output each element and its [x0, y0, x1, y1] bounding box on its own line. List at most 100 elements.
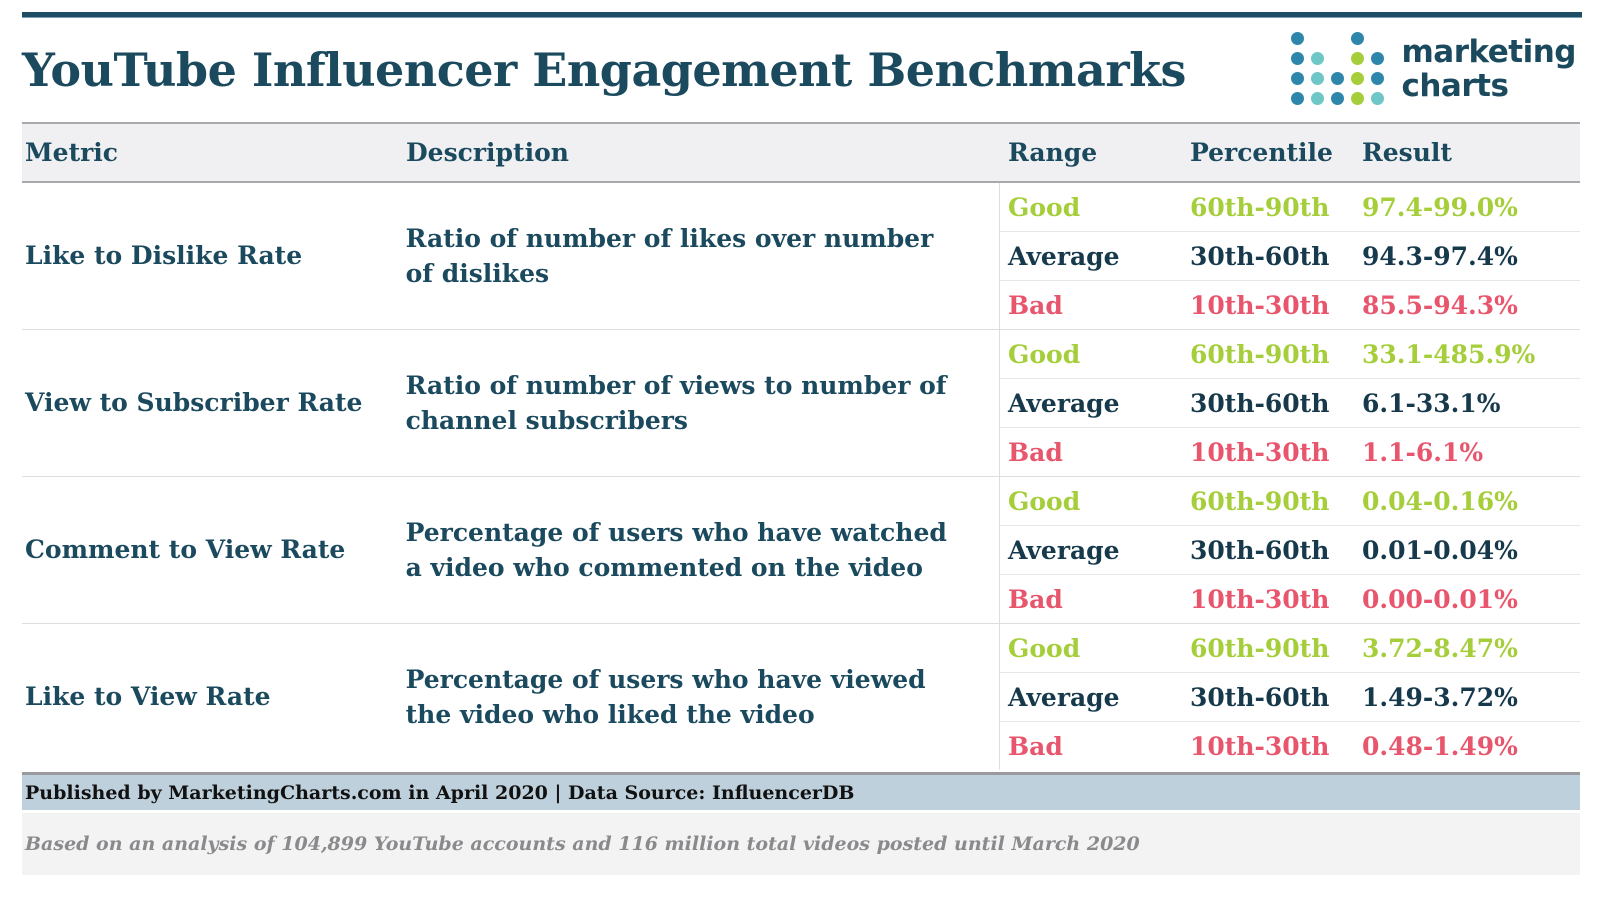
logo-dot: [1351, 91, 1365, 105]
infographic-page: YouTube Influencer Engagement Benchmarks…: [0, 0, 1600, 908]
table-body: Like to Dislike Rate Ratio of number of l…: [22, 183, 1580, 770]
result-cell: 85.5-94.3%: [1362, 290, 1518, 320]
metric-name-text: Like to View Rate: [25, 682, 271, 712]
table-row: Good 60th-90th 97.4-99.0%: [1000, 183, 1580, 232]
percentile-cell: 60th-90th: [1190, 192, 1330, 222]
header: YouTube Influencer Engagement Benchmarks…: [0, 17, 1600, 122]
result-cell: 1.1-6.1%: [1362, 437, 1484, 467]
benchmark-rows: Good 60th-90th 33.1-485.9% Average 30th-60th…: [999, 330, 1580, 476]
result-cell: 97.4-99.0%: [1362, 192, 1518, 222]
logo-dot: [1311, 51, 1325, 65]
percentile-cell: 10th-30th: [1190, 290, 1330, 320]
result-cell: 0.00-0.01%: [1362, 584, 1518, 614]
logo-dot: [1351, 31, 1365, 45]
benchmark-rows: Good 60th-90th 0.04-0.16% Average 30th-60th 0…: [999, 477, 1580, 623]
metric-name-cell: Comment to View Rate: [22, 477, 404, 623]
table-row: Average 30th-60th 6.1-33.1%: [1000, 379, 1580, 428]
logo-dot: [1371, 71, 1385, 85]
logo-dot: [1291, 31, 1305, 45]
range-cell: Good: [1008, 633, 1081, 663]
logo-dot: [1331, 91, 1345, 105]
range-cell: Good: [1008, 192, 1081, 222]
metric-group: Like to Dislike Rate Ratio of number of l…: [22, 183, 1580, 330]
metric-description-cell: Percentage of users who have viewed the …: [404, 624, 999, 770]
range-cell: Bad: [1008, 290, 1063, 320]
table-row: Average 30th-60th 1.49-3.72%: [1000, 673, 1580, 722]
logo-wordmark: marketing charts: [1401, 36, 1576, 102]
logo-dot: [1351, 71, 1365, 85]
range-cell: Average: [1008, 682, 1120, 712]
note-text: Based on an analysis of 104,899 YouTube …: [25, 833, 1140, 855]
metric-description-cell: Percentage of users who have watched a v…: [404, 477, 999, 623]
result-cell: 33.1-485.9%: [1362, 339, 1536, 369]
percentile-cell: 10th-30th: [1190, 584, 1330, 614]
table-row: Bad 10th-30th 1.1-6.1%: [1000, 428, 1580, 476]
logo-dot: [1371, 91, 1385, 105]
percentile-cell: 30th-60th: [1190, 535, 1330, 565]
logo-dot: [1371, 32, 1384, 45]
range-cell: Bad: [1008, 584, 1063, 614]
percentile-cell: 60th-90th: [1190, 486, 1330, 516]
table-header-row: Metric Description Range Percentile Resu…: [22, 122, 1580, 183]
logo-word-line2: charts: [1401, 67, 1509, 104]
metric-description-text: Percentage of users who have watched a v…: [405, 517, 947, 583]
column-header-range: Range: [1008, 138, 1098, 167]
publisher-text: Published by MarketingCharts.com in Apri…: [25, 781, 855, 804]
range-cell: Average: [1008, 535, 1120, 565]
table-row: Good 60th-90th 0.04-0.16%: [1000, 477, 1580, 526]
result-cell: 6.1-33.1%: [1362, 388, 1501, 418]
logo-dot: [1291, 71, 1305, 85]
logo-dot: [1291, 51, 1305, 65]
range-cell: Average: [1008, 241, 1120, 271]
logo-dot: [1351, 51, 1365, 65]
metric-group: Like to View Rate Percentage of users who…: [22, 624, 1580, 770]
result-cell: 3.72-8.47%: [1362, 633, 1518, 663]
benchmarks-table: Metric Description Range Percentile Resu…: [22, 122, 1580, 770]
page-title: YouTube Influencer Engagement Benchmarks: [22, 42, 1186, 97]
result-cell: 0.04-0.16%: [1362, 486, 1518, 516]
publisher-bar: Published by MarketingCharts.com in Apri…: [22, 772, 1580, 810]
metric-description-text: Ratio of number of likes over number of …: [405, 223, 934, 289]
column-header-metric: Metric: [25, 138, 119, 167]
table-row: Bad 10th-30th 0.00-0.01%: [1000, 575, 1580, 623]
metric-group: Comment to View Rate Percentage of users …: [22, 477, 1580, 624]
note-bar: Based on an analysis of 104,899 YouTube …: [22, 813, 1580, 875]
range-cell: Good: [1008, 486, 1081, 516]
benchmark-rows: Good 60th-90th 3.72-8.47% Average 30th-60th 1…: [999, 624, 1580, 770]
percentile-cell: 30th-60th: [1190, 388, 1330, 418]
logo-dot: [1371, 51, 1385, 65]
percentile-cell: 30th-60th: [1190, 682, 1330, 712]
metric-group: View to Subscriber Rate Ratio of number o…: [22, 330, 1580, 477]
column-header-result: Result: [1362, 138, 1452, 167]
metric-name-cell: View to Subscriber Rate: [22, 330, 404, 476]
metric-description-cell: Ratio of number of likes over number of …: [404, 183, 999, 329]
table-row: Bad 10th-30th 85.5-94.3%: [1000, 281, 1580, 329]
marketing-charts-logo: marketing charts: [1291, 31, 1578, 108]
metric-name-cell: Like to Dislike Rate: [22, 183, 404, 329]
metric-name-text: Comment to View Rate: [25, 535, 346, 565]
column-header-percentile: Percentile: [1190, 138, 1333, 167]
percentile-cell: 60th-90th: [1190, 633, 1330, 663]
metric-name-text: Like to Dislike Rate: [25, 241, 303, 271]
logo-dot: [1331, 71, 1345, 85]
range-cell: Bad: [1008, 437, 1063, 467]
metric-description-text: Ratio of number of views to number of ch…: [405, 370, 947, 436]
percentile-cell: 10th-30th: [1190, 437, 1330, 467]
table-row: Average 30th-60th 0.01-0.04%: [1000, 526, 1580, 575]
column-header-description: Description: [406, 138, 569, 167]
logo-dot: [1311, 32, 1324, 45]
metric-name-cell: Like to View Rate: [22, 624, 404, 770]
percentile-cell: 30th-60th: [1190, 241, 1330, 271]
result-cell: 0.01-0.04%: [1362, 535, 1518, 565]
result-cell: 0.48-1.49%: [1362, 731, 1518, 761]
logo-dot: [1291, 91, 1305, 105]
table-row: Average 30th-60th 94.3-97.4%: [1000, 232, 1580, 281]
logo-dot: [1311, 91, 1325, 105]
metric-name-text: View to Subscriber Rate: [25, 388, 363, 418]
result-cell: 1.49-3.72%: [1362, 682, 1518, 712]
logo-dot: [1331, 32, 1344, 45]
logo-dot-grid-icon: [1291, 31, 1387, 108]
logo-word-line1: marketing: [1401, 34, 1576, 71]
metric-description-text: Percentage of users who have viewed the …: [405, 664, 926, 730]
table-row: Good 60th-90th 3.72-8.47%: [1000, 624, 1580, 673]
